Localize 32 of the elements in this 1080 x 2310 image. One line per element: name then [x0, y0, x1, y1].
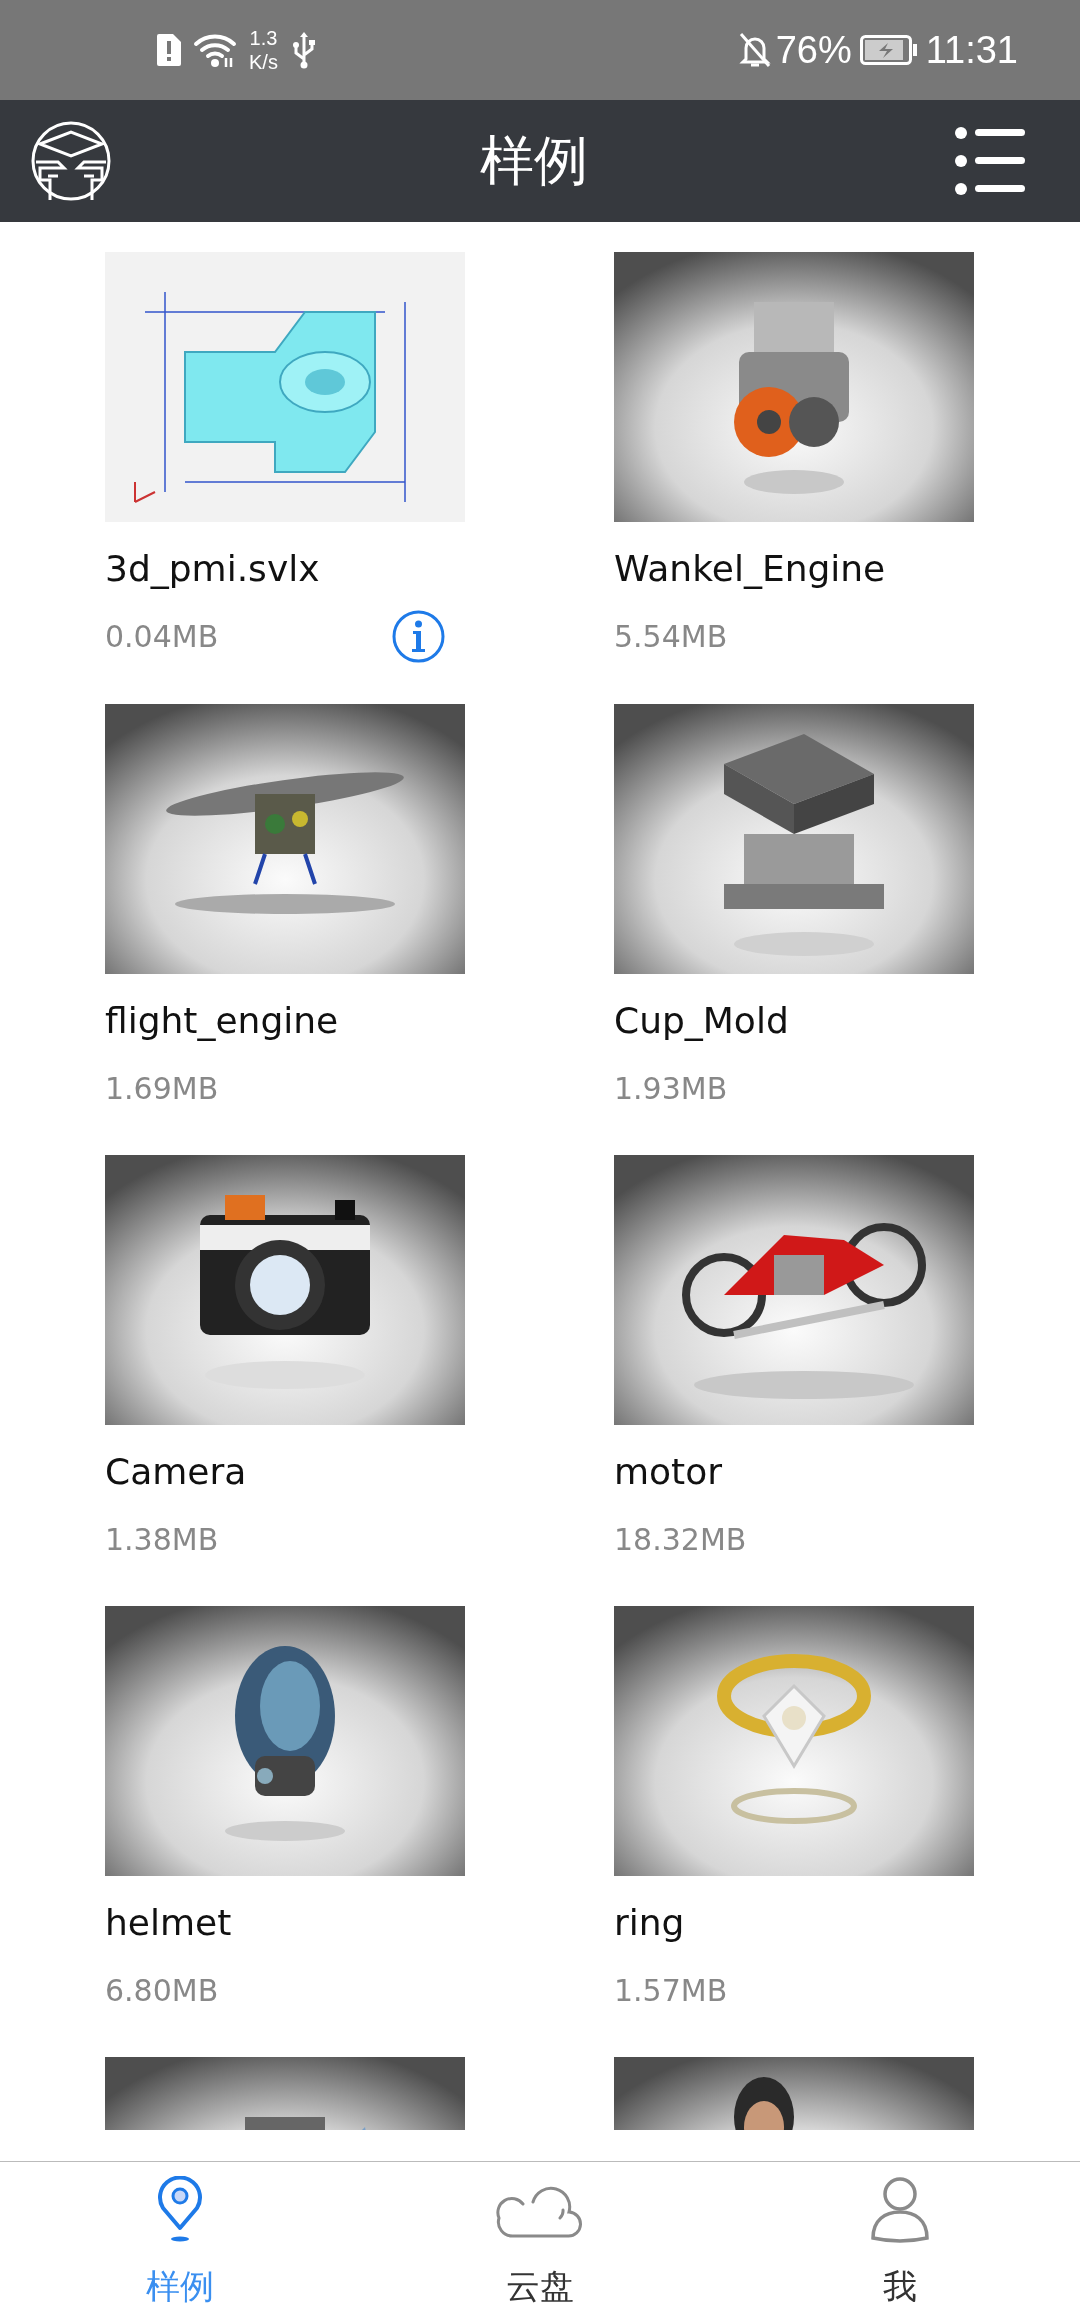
- model-name: Camera: [105, 1450, 248, 1494]
- model-name: 3d_pmi.svlx: [105, 547, 321, 591]
- person-icon: [870, 2176, 930, 2246]
- sim-alert-icon: [155, 32, 183, 68]
- file-size: 18.32MB: [614, 1521, 747, 1557]
- usb-icon: [291, 31, 316, 69]
- page-title: 样例: [479, 127, 588, 194]
- model-name: helmet: [105, 1901, 233, 1945]
- info-icon[interactable]: [392, 610, 445, 663]
- battery-charging-icon: [859, 35, 918, 65]
- model-name: motor: [614, 1450, 724, 1494]
- logo-icon[interactable]: [30, 120, 112, 202]
- battery-percentage: 76%: [775, 28, 852, 72]
- speed-unit: K/s: [249, 50, 278, 74]
- model-name: Wankel_Engine: [614, 547, 887, 591]
- muted-bell-icon: [737, 31, 772, 69]
- nav-tab[interactable]: 云盘: [360, 2162, 720, 2310]
- file-size: 1.57MB: [614, 1972, 728, 2008]
- nav-tab[interactable]: 我: [720, 2162, 1080, 2310]
- file-size: 5.54MB: [614, 618, 728, 654]
- file-size: 1.38MB: [105, 1521, 219, 1557]
- model-name: Cup_Mold: [614, 999, 790, 1043]
- model-name: flight_engine: [105, 999, 340, 1043]
- wifi-icon: [193, 32, 239, 68]
- file-size: 1.93MB: [614, 1070, 728, 1106]
- menu-icon[interactable]: [955, 126, 1025, 196]
- model-name: ring: [614, 1901, 686, 1945]
- speed-value: 1.3: [249, 26, 278, 50]
- file-size: 1.69MB: [105, 1070, 219, 1106]
- file-size: 6.80MB: [105, 1972, 219, 2008]
- file-size: 0.04MB: [105, 619, 219, 654]
- clock-time: 11:31: [925, 28, 1018, 72]
